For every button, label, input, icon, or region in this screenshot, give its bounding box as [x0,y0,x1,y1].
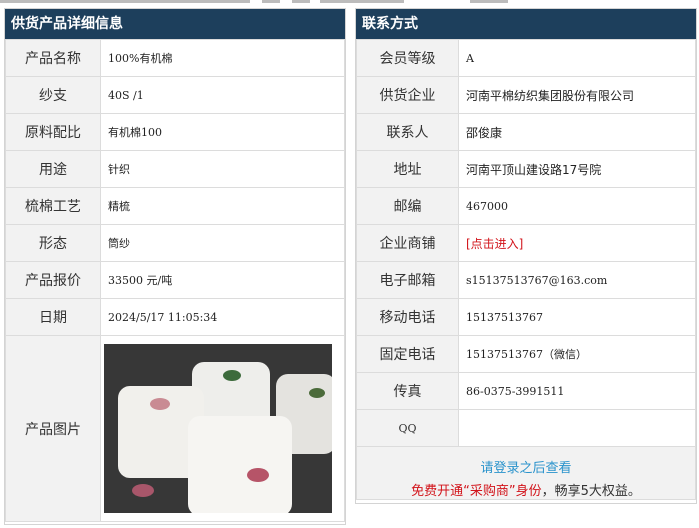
landline-value: 15137513767（微信） [458,335,696,373]
row-value: 33500 元/吨 [100,261,345,299]
row-label: 用途 [5,150,101,188]
row-label: 产品图片 [5,335,101,522]
row-label: 电子邮箱 [356,261,459,299]
table-row: 传真 86-0375-3991511 [356,372,696,410]
row-label: 地址 [356,150,459,188]
table-row: 产品报价 33500 元/吨 [5,261,345,299]
table-row: 地址 河南平顶山建设路17号院 [356,150,696,188]
top-strip [0,0,699,4]
table-row: 固定电话 15137513767（微信） [356,335,696,373]
contact-person-value: 邵俊康 [458,113,696,151]
row-value: 精梳 [100,187,345,225]
yarn-cone-core [247,468,269,482]
yarn-cone-core [132,484,154,497]
row-label: 形态 [5,224,101,262]
yarn-cone-core [150,398,170,410]
buyer-signup-link[interactable]: 免费开通“采购商”身份 [411,484,541,499]
table-row: 原料配比 有机棉100 [5,113,345,151]
row-label: 邮编 [356,187,459,225]
yarn-cone-core [309,388,325,398]
yarn-cone [188,416,292,513]
row-value: 有机棉100 [100,113,345,151]
table-row: 用途 针织 [5,150,345,188]
table-row: 产品图片 [5,335,345,522]
table-row: 邮编 467000 [356,187,696,225]
row-label: 纱支 [5,76,101,114]
row-label: 移动电话 [356,298,459,336]
login-notice: 请登录之后查看 免费开通“采购商”身份，畅享5大权益。 [356,447,696,500]
login-link[interactable]: 请登录之后查看 [357,447,695,476]
row-label: 日期 [5,298,101,336]
email-value: s15137513767@163.com [458,261,696,299]
contact-header: 联系方式 [356,9,696,39]
row-label: 产品报价 [5,261,101,299]
row-value: 筒纱 [100,224,345,262]
contact-panel: 联系方式 会员等级 A 供货企业 河南平棉纺织集团股份有限公司 联系人 邵俊康 … [355,8,697,504]
table-row: 纱支 40S /1 [5,76,345,114]
row-value: 2024/5/17 11:05:34 [100,298,345,336]
row-label: 联系人 [356,113,459,151]
top-strip-segment [292,0,310,3]
contact-table: 会员等级 A 供货企业 河南平棉纺织集团股份有限公司 联系人 邵俊康 地址 河南… [356,39,696,447]
row-label: QQ [356,409,459,447]
top-strip-segment [0,0,250,3]
row-value: 40S /1 [100,76,345,114]
row-label: 固定电话 [356,335,459,373]
table-row: 形态 筒纱 [5,224,345,262]
top-strip-segment [262,0,280,3]
table-row: QQ [356,409,696,447]
table-row: 日期 2024/5/17 11:05:34 [5,298,345,336]
shop-link-cell: [点击进入] [458,224,696,262]
table-row: 电子邮箱 s15137513767@163.com [356,261,696,299]
postcode-value: 467000 [458,187,696,225]
product-photo[interactable] [104,344,332,513]
member-level-value: A [458,39,696,77]
table-row: 梳棉工艺 精梳 [5,187,345,225]
promo-suffix: ，畅享5大权益。 [541,484,641,499]
yarn-cone-core [223,370,241,381]
table-row: 产品名称 100%有机棉 [5,39,345,77]
supplier-company-value: 河南平棉纺织集团股份有限公司 [458,76,696,114]
row-value: 100%有机棉 [100,39,345,77]
shop-link[interactable]: [点击进入] [466,237,523,251]
row-label: 原料配比 [5,113,101,151]
qq-value [458,409,696,447]
row-label: 会员等级 [356,39,459,77]
row-label: 企业商铺 [356,224,459,262]
product-detail-header: 供货产品详细信息 [5,9,345,39]
table-row: 联系人 邵俊康 [356,113,696,151]
row-value [100,335,345,522]
table-row: 移动电话 15137513767 [356,298,696,336]
product-detail-panel: 供货产品详细信息 产品名称 100%有机棉 纱支 40S /1 原料配比 有机棉… [4,8,346,525]
top-strip-segment [470,0,508,3]
row-value: 针织 [100,150,345,188]
promo-text: 免费开通“采购商”身份，畅享5大权益。 [357,480,695,499]
table-row: 企业商铺 [点击进入] [356,224,696,262]
row-label: 梳棉工艺 [5,187,101,225]
row-label: 供货企业 [356,76,459,114]
fax-value: 86-0375-3991511 [458,372,696,410]
row-label: 产品名称 [5,39,101,77]
address-value: 河南平顶山建设路17号院 [458,150,696,188]
row-label: 传真 [356,372,459,410]
product-detail-table: 产品名称 100%有机棉 纱支 40S /1 原料配比 有机棉100 用途 针织… [5,39,345,522]
table-row: 供货企业 河南平棉纺织集团股份有限公司 [356,76,696,114]
table-row: 会员等级 A [356,39,696,77]
mobile-phone-value: 15137513767 [458,298,696,336]
top-strip-segment [320,0,404,3]
